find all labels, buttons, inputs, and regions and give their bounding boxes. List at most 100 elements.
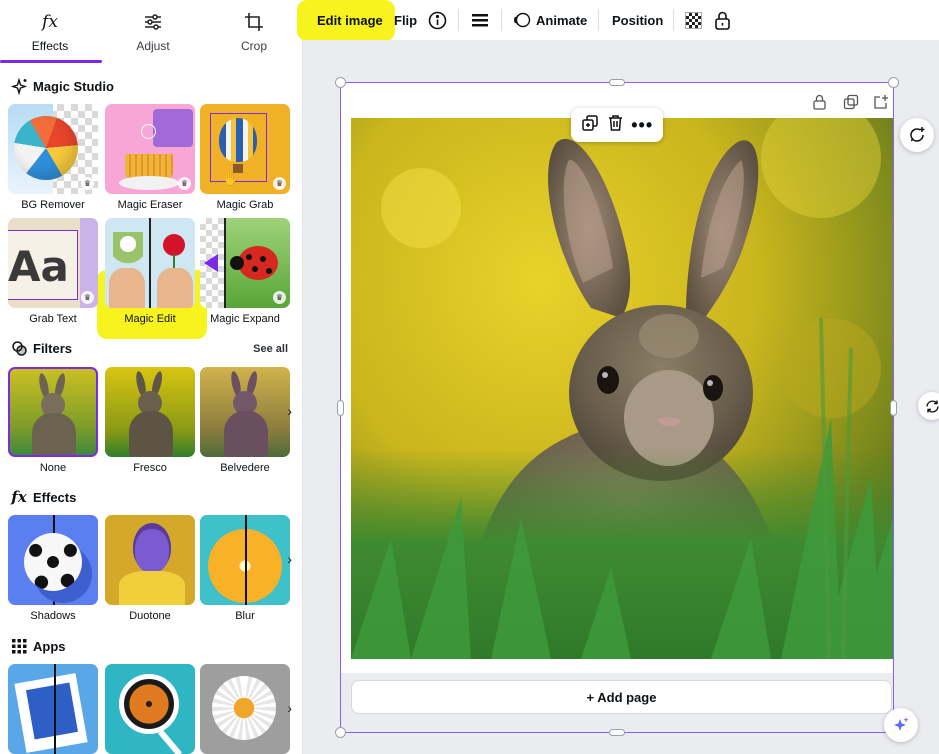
filter-none[interactable]: None xyxy=(8,367,98,474)
crown-icon: ♛ xyxy=(273,291,286,304)
filter-belvedere[interactable]: Belvedere xyxy=(200,367,290,474)
crown-icon: ♛ xyxy=(178,177,191,190)
filter-fresco-label: Fresco xyxy=(133,462,167,474)
resize-handle-top-left[interactable] xyxy=(335,77,346,88)
position-button[interactable]: Position xyxy=(612,0,663,40)
sparkle-icon xyxy=(10,77,28,95)
magic-studio-title: Magic Studio xyxy=(33,78,114,94)
effect-blur-label: Blur xyxy=(235,610,255,622)
edit-image-button[interactable]: Edit image xyxy=(317,0,383,40)
tab-adjust-label: Adjust xyxy=(136,39,170,53)
tab-effects[interactable]: fx Effects xyxy=(0,0,100,62)
tool-magic-expand[interactable]: ♛ Magic Expand xyxy=(200,218,290,325)
tool-magic-eraser[interactable]: ♛ Magic Eraser xyxy=(105,104,195,211)
tool-magic-edit[interactable]: Magic Edit xyxy=(105,218,195,325)
magic-eraser-label: Magic Eraser xyxy=(117,199,183,211)
resize-handle-top-right[interactable] xyxy=(888,77,899,88)
lock-icon[interactable] xyxy=(714,0,731,40)
selection-frame xyxy=(340,82,894,733)
editor-app: fx Effects Adjust Crop Magic Studio ♛ BG… xyxy=(0,0,939,754)
magic-edit-label: Magic Edit xyxy=(124,313,176,325)
apps-heading: Apps xyxy=(10,636,66,656)
app-3-thumbnail xyxy=(200,664,290,754)
info-icon[interactable] xyxy=(428,0,447,40)
resize-handle-top[interactable] xyxy=(609,79,625,86)
magic-eraser-thumbnail: ♛ xyxy=(105,104,195,194)
filter-fresco-thumbnail xyxy=(105,367,195,457)
tool-bg-remover[interactable]: ♛ BG Remover xyxy=(8,104,98,211)
effect-shadows[interactable]: Shadows xyxy=(8,515,98,622)
effect-duotone-label: Duotone xyxy=(129,610,171,622)
tab-adjust[interactable]: Adjust xyxy=(103,0,203,62)
tab-crop-label: Crop xyxy=(240,39,267,53)
rotate-icon xyxy=(925,399,939,413)
flip-button[interactable]: Flip xyxy=(394,0,417,40)
magic-grab-label: Magic Grab xyxy=(216,199,274,211)
animate-button[interactable]: Animate xyxy=(513,0,587,40)
effect-blur-thumbnail xyxy=(200,515,290,605)
comment-button[interactable] xyxy=(900,118,934,152)
tab-effects-label: Effects xyxy=(31,39,69,53)
effect-shadows-label: Shadows xyxy=(30,610,76,622)
border-style-icon[interactable] xyxy=(471,0,489,40)
app-1-thumbnail xyxy=(8,664,98,754)
magic-expand-thumbnail: ♛ xyxy=(200,218,290,308)
magic-studio-heading: Magic Studio xyxy=(10,76,114,96)
app-card-3[interactable] xyxy=(200,664,290,754)
apps-next-arrow-icon[interactable]: › xyxy=(287,700,292,716)
resize-handle-bottom-left[interactable] xyxy=(335,727,346,738)
grab-text-thumbnail: Aa ♛ xyxy=(8,218,98,308)
effect-shadows-thumbnail xyxy=(8,515,98,605)
animate-label: Animate xyxy=(536,12,588,28)
effects-heading: fx Effects xyxy=(10,487,76,507)
bg-remover-label: BG Remover xyxy=(21,199,85,211)
crown-icon: ♛ xyxy=(81,291,94,304)
effect-blur[interactable]: Blur xyxy=(200,515,290,622)
magic-edit-thumbnail xyxy=(105,218,195,308)
resize-handle-left[interactable] xyxy=(337,400,344,416)
app-2-thumbnail xyxy=(105,664,195,754)
tool-magic-grab[interactable]: ✋ ♛ Magic Grab xyxy=(200,104,290,211)
filter-belvedere-label: Belvedere xyxy=(220,462,270,474)
app-card-2[interactable] xyxy=(105,664,195,754)
grab-text-label: Grab Text xyxy=(29,313,77,325)
fx-icon: fx xyxy=(11,488,27,506)
filters-see-all-link[interactable]: See all xyxy=(253,343,288,355)
filter-none-label: None xyxy=(39,462,67,474)
effect-duotone-thumbnail xyxy=(105,515,195,605)
panel-tabs: fx Effects Adjust Crop xyxy=(0,0,302,63)
filters-icon xyxy=(10,339,28,357)
resize-handle-right[interactable] xyxy=(890,400,897,416)
effect-duotone[interactable]: Duotone xyxy=(105,515,195,622)
bg-remover-thumbnail: ♛ xyxy=(8,104,98,194)
tab-crop[interactable]: Crop xyxy=(204,0,302,62)
resize-handle-bottom[interactable] xyxy=(609,729,625,736)
crown-icon: ♛ xyxy=(273,177,286,190)
fx-icon: fx xyxy=(42,12,58,32)
toolbar-divider xyxy=(458,9,459,31)
filter-none-thumbnail xyxy=(8,367,98,457)
magic-assistant-button[interactable] xyxy=(884,708,918,742)
effects-next-arrow-icon[interactable]: › xyxy=(287,551,292,567)
magic-expand-label: Magic Expand xyxy=(210,313,280,325)
app-card-1[interactable] xyxy=(8,664,98,754)
filter-belvedere-thumbnail xyxy=(200,367,290,457)
rotate-button[interactable] xyxy=(918,392,939,420)
filters-title: Filters xyxy=(33,340,73,356)
filters-next-arrow-icon[interactable]: › xyxy=(287,403,292,419)
filters-heading: Filters xyxy=(10,338,72,358)
animate-icon xyxy=(514,12,531,28)
magic-sparkle-icon xyxy=(894,717,909,731)
magic-grab-thumbnail: ✋ ♛ xyxy=(200,104,290,194)
active-tab-indicator xyxy=(0,60,102,63)
transparency-icon[interactable] xyxy=(685,0,702,40)
apps-title: Apps xyxy=(33,638,66,654)
crown-icon: ♛ xyxy=(81,177,94,190)
apps-grid-icon xyxy=(10,637,28,655)
grab-text-sample: Aa xyxy=(8,242,69,291)
side-panel: fx Effects Adjust Crop Magic Studio ♛ BG… xyxy=(0,0,302,754)
tool-grab-text[interactable]: Aa ♛ Grab Text xyxy=(8,218,98,325)
filter-fresco[interactable]: Fresco xyxy=(105,367,195,474)
add-page-button[interactable]: + Add page xyxy=(351,680,892,714)
toolbar-divider xyxy=(501,9,502,31)
